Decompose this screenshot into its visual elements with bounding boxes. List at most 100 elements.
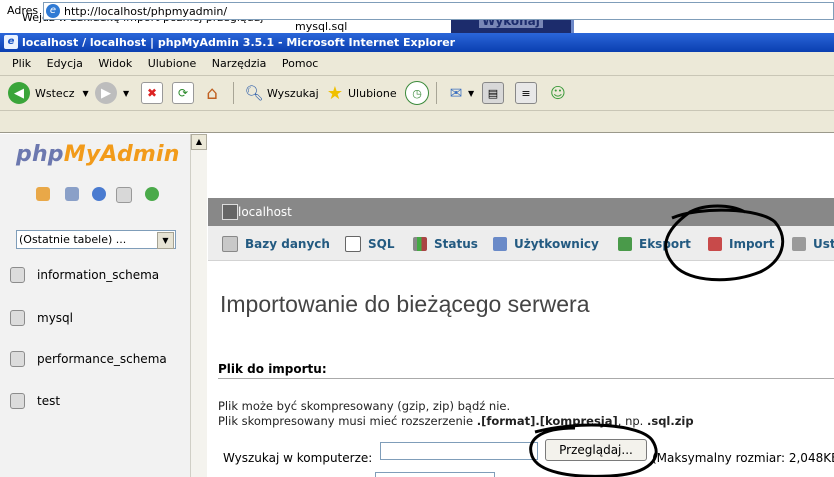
tab-import[interactable]: Import bbox=[708, 226, 774, 261]
logo-php: php bbox=[16, 142, 64, 167]
section-divider bbox=[218, 378, 834, 379]
extension-hint-prefix: Plik skompresowany musi mieć rozszerzeni… bbox=[218, 414, 477, 428]
phpmyadmin-logo[interactable]: phpMyAdmin bbox=[16, 142, 180, 167]
favorites-button[interactable]: ★ Ulubione bbox=[325, 81, 397, 105]
back-dropdown-icon[interactable]: ▼ bbox=[83, 89, 89, 98]
tab-label: Ust bbox=[813, 236, 834, 251]
server-breadcrumb: localhost bbox=[208, 198, 834, 226]
page-favicon-icon: e bbox=[46, 4, 60, 18]
db-name: mysql bbox=[37, 311, 73, 325]
mail-dropdown-icon[interactable]: ▼ bbox=[468, 89, 474, 98]
edit-button[interactable]: ≡ bbox=[515, 81, 537, 105]
history-clock-icon: ◷ bbox=[405, 81, 429, 105]
tab-sql[interactable]: SQL bbox=[345, 226, 395, 261]
export-icon bbox=[618, 236, 632, 251]
wrench-icon bbox=[792, 236, 806, 251]
tab-databases[interactable]: Bazy danych bbox=[222, 226, 330, 261]
tab-settings[interactable]: Ust bbox=[792, 226, 834, 261]
printer-icon: ▤ bbox=[482, 82, 504, 104]
db-name: information_schema bbox=[37, 268, 160, 282]
forward-arrow-icon: ▶ bbox=[95, 82, 117, 104]
messenger-button[interactable]: ☺ bbox=[548, 81, 568, 105]
navigation-frame bbox=[0, 134, 190, 477]
home-icon[interactable] bbox=[36, 187, 50, 201]
print-button[interactable]: ▤ bbox=[482, 81, 504, 105]
reload-icon[interactable] bbox=[145, 187, 159, 201]
db-item-test[interactable]: test bbox=[10, 393, 60, 409]
search-button[interactable]: 🔍︎ Wyszukaj bbox=[244, 81, 319, 105]
menu-edit[interactable]: Edycja bbox=[47, 52, 83, 76]
menu-help[interactable]: Pomoc bbox=[282, 52, 318, 76]
db-item-mysql[interactable]: mysql bbox=[10, 310, 73, 326]
refresh-button[interactable]: ⟳ bbox=[172, 81, 194, 105]
menu-tools[interactable]: Narzędzia bbox=[212, 52, 267, 76]
page-title: Importowanie do bieżącego serwera bbox=[220, 291, 590, 317]
tab-users[interactable]: Użytkownicy bbox=[493, 226, 599, 261]
forward-dropdown-icon[interactable]: ▼ bbox=[123, 89, 129, 98]
menu-file[interactable]: Plik bbox=[12, 52, 31, 76]
navigation-scrollbar[interactable]: ▲ bbox=[190, 134, 207, 477]
file-input-label: Wyszukaj w komputerze: bbox=[223, 451, 373, 465]
address-url[interactable]: http://localhost/phpmyadmin/ bbox=[64, 5, 227, 18]
users-icon bbox=[493, 236, 507, 251]
database-icon bbox=[10, 351, 25, 367]
window-title: localhost / localhost | phpMyAdmin 3.5.1… bbox=[22, 36, 456, 49]
browse-button[interactable]: Przeglądaj... bbox=[545, 439, 647, 461]
tab-label: Bazy danych bbox=[245, 236, 330, 251]
extension-format: .[format].[kompresja] bbox=[476, 414, 618, 428]
import-icon bbox=[708, 236, 722, 251]
address-bar bbox=[0, 111, 834, 133]
tab-label: SQL bbox=[368, 236, 395, 251]
file-path-input[interactable] bbox=[380, 442, 538, 460]
main-tabs: Bazy danych SQL Status Użytkownicy Ekspo… bbox=[208, 226, 834, 261]
messenger-icon: ☺ bbox=[550, 84, 566, 102]
edit-page-icon: ≡ bbox=[515, 82, 537, 104]
refresh-icon: ⟳ bbox=[172, 82, 194, 104]
menu-view[interactable]: Widok bbox=[98, 52, 132, 76]
recent-tables-value: (Ostatnie tabele) ... bbox=[19, 233, 127, 246]
logout-icon[interactable] bbox=[65, 187, 79, 201]
tab-export[interactable]: Eksport bbox=[618, 226, 691, 261]
tab-status[interactable]: Status bbox=[413, 226, 478, 261]
home-button[interactable]: ⌂ bbox=[202, 81, 222, 105]
ie-icon: e bbox=[4, 35, 18, 49]
status-chart-icon bbox=[413, 236, 427, 251]
browser-toolbar: ◀ Wstecz ▼ ▶ ▼ ✖ ⟳ ⌂ 🔍︎ Wyszukaj ★ Ulubi… bbox=[0, 76, 834, 111]
db-name: test bbox=[37, 394, 61, 408]
max-size-note: (Maksymalny rozmiar: 2,048KB) bbox=[652, 451, 834, 465]
back-button[interactable]: ◀ Wstecz ▼ bbox=[8, 81, 89, 105]
server-icon bbox=[222, 204, 238, 220]
toolbar-separator bbox=[233, 82, 234, 104]
mail-button[interactable]: ✉ ▼ bbox=[446, 81, 474, 105]
favorites-label: Ulubione bbox=[348, 86, 397, 100]
menu-bar: Plik Edycja Widok Ulubione Narzędzia Pom… bbox=[0, 52, 834, 76]
database-icon bbox=[222, 235, 238, 252]
charset-select[interactable] bbox=[375, 472, 495, 477]
compression-hint: Plik może być skompresowany (gzip, zip) … bbox=[218, 399, 511, 413]
docs-icon[interactable] bbox=[116, 187, 132, 203]
recent-tables-select[interactable]: (Ostatnie tabele) ... ▼ bbox=[16, 230, 176, 249]
magnifier-icon: 🔍︎ bbox=[244, 84, 264, 102]
menu-favorites[interactable]: Ulubione bbox=[148, 52, 197, 76]
sql-icon bbox=[345, 235, 361, 252]
db-item-information-schema[interactable]: information_schema bbox=[10, 267, 159, 283]
help-icon[interactable] bbox=[92, 187, 106, 201]
chevron-down-icon[interactable]: ▼ bbox=[157, 232, 174, 249]
database-icon bbox=[10, 393, 25, 409]
database-icon bbox=[10, 310, 25, 326]
history-button[interactable]: ◷ bbox=[405, 81, 429, 105]
scroll-up-icon[interactable]: ▲ bbox=[191, 134, 207, 150]
back-label: Wstecz bbox=[35, 86, 75, 100]
stop-icon: ✖ bbox=[141, 82, 163, 104]
forward-button[interactable]: ▶ ▼ bbox=[95, 81, 129, 105]
window-title-bar: e localhost / localhost | phpMyAdmin 3.5… bbox=[0, 33, 834, 52]
extension-hint: Plik skompresowany musi mieć rozszerzeni… bbox=[218, 414, 694, 428]
tab-label: Użytkownicy bbox=[514, 236, 599, 251]
server-name[interactable]: localhost bbox=[238, 205, 292, 219]
mail-icon: ✉ bbox=[449, 84, 463, 102]
tab-label: Status bbox=[434, 236, 478, 251]
search-label: Wyszukaj bbox=[267, 86, 319, 100]
stop-button[interactable]: ✖ bbox=[141, 81, 163, 105]
db-item-performance-schema[interactable]: performance_schema bbox=[10, 351, 167, 367]
logo-myadmin: MyAdmin bbox=[63, 142, 180, 167]
